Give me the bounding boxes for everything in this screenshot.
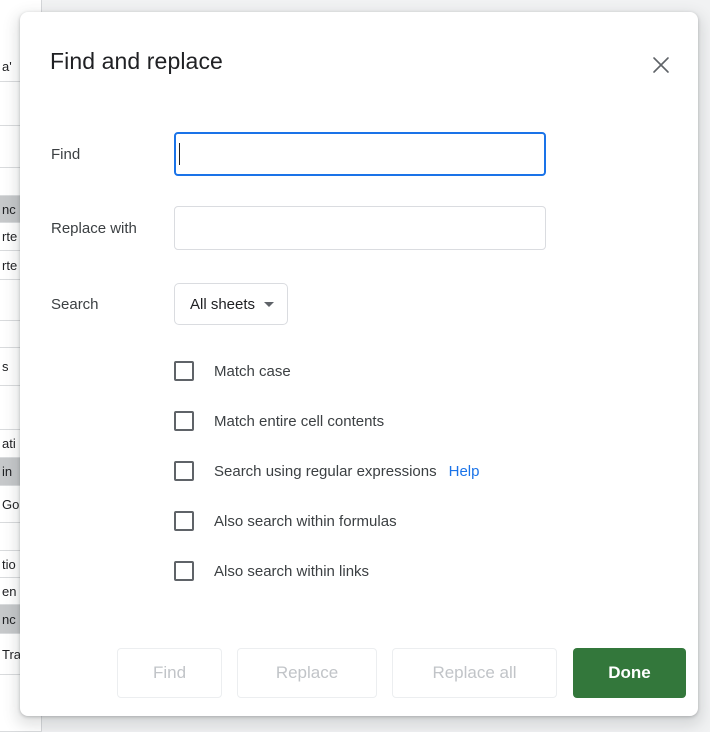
option-row[interactable]: Also search within formulas bbox=[174, 496, 479, 546]
option-label: Also search within formulas bbox=[214, 512, 397, 530]
done-button[interactable]: Done bbox=[573, 648, 686, 698]
close-icon bbox=[651, 55, 671, 75]
option-row[interactable]: Search using regular expressions Help bbox=[174, 446, 479, 496]
search-row: Search All sheets bbox=[20, 282, 698, 326]
checkbox-icon[interactable] bbox=[174, 561, 194, 581]
option-label: Also search within links bbox=[214, 562, 370, 580]
replace-label: Replace with bbox=[51, 219, 137, 237]
text-caret bbox=[179, 143, 180, 165]
option-row[interactable]: Match entire cell contents bbox=[174, 396, 479, 446]
search-scope-value: All sheets bbox=[190, 295, 256, 313]
option-row[interactable]: Match case bbox=[174, 346, 479, 396]
close-button[interactable] bbox=[642, 46, 680, 84]
checkbox-icon[interactable] bbox=[174, 511, 194, 531]
find-label: Find bbox=[51, 145, 81, 163]
checkbox-icon[interactable] bbox=[174, 361, 194, 381]
search-scope-dropdown[interactable]: All sheets bbox=[174, 283, 289, 325]
find-and-replace-dialog: Find and replace Find Replace with Searc… bbox=[20, 12, 698, 716]
search-label: Search bbox=[51, 295, 99, 313]
help-link[interactable]: Help bbox=[449, 464, 480, 479]
chevron-down-icon bbox=[264, 301, 275, 307]
dialog-title: Find and replace bbox=[50, 48, 223, 74]
checkbox-icon[interactable] bbox=[174, 411, 194, 431]
find-button[interactable]: Find bbox=[117, 648, 222, 698]
checkbox-icon[interactable] bbox=[174, 461, 194, 481]
option-label: Search using regular expressions bbox=[214, 462, 437, 480]
find-row: Find bbox=[20, 132, 698, 176]
find-input[interactable] bbox=[174, 132, 546, 176]
option-row[interactable]: Also search within links bbox=[174, 546, 479, 596]
option-label: Match entire cell contents bbox=[214, 412, 385, 430]
replace-row: Replace with bbox=[20, 206, 698, 250]
replace-input[interactable] bbox=[174, 206, 546, 250]
dialog-actions: Find Replace Replace all Done bbox=[20, 648, 698, 700]
replace-all-button[interactable]: Replace all bbox=[392, 648, 557, 698]
search-options-list: Match case Match entire cell contents Sear… bbox=[174, 346, 479, 596]
option-label: Match case bbox=[214, 362, 291, 380]
replace-button[interactable]: Replace bbox=[237, 648, 377, 698]
